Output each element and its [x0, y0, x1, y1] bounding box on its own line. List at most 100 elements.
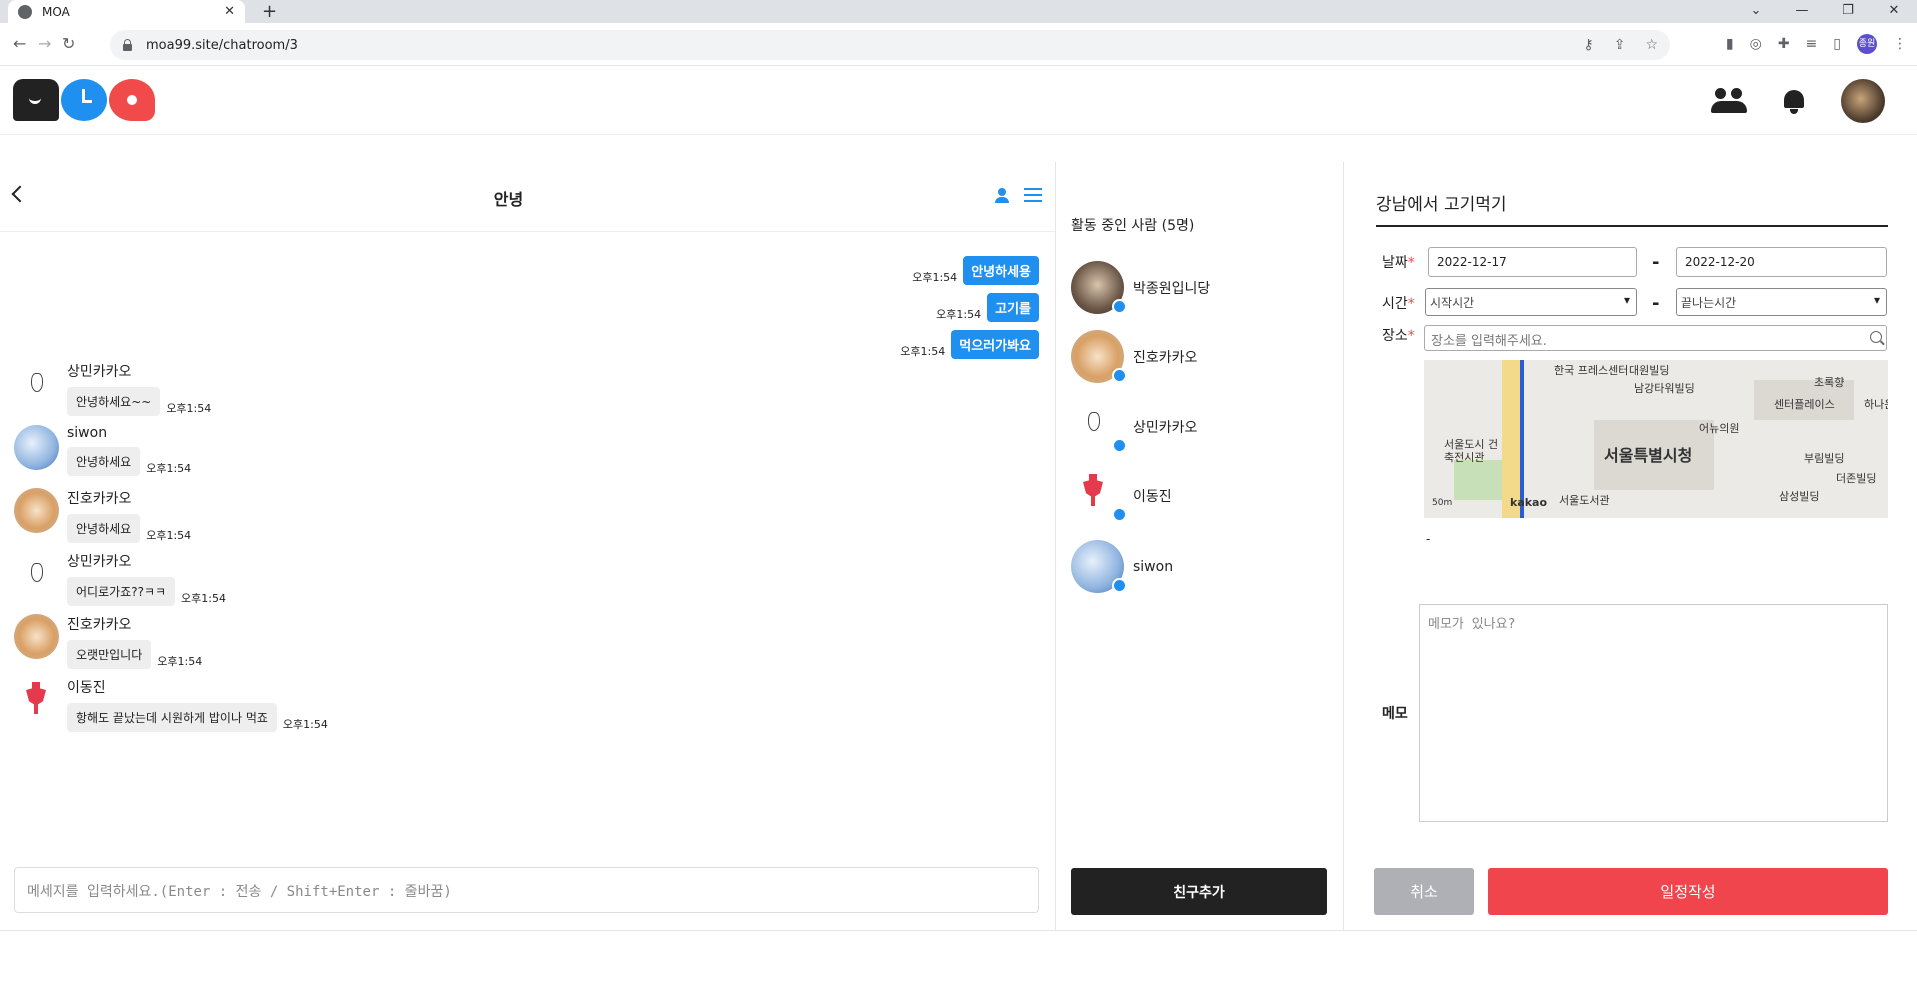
avatar[interactable]: [14, 488, 59, 533]
message-bubble: 안녕하세요: [67, 447, 141, 476]
place-result: -: [1426, 532, 1431, 546]
star-icon[interactable]: ☆: [1645, 37, 1658, 53]
avatar[interactable]: [14, 614, 59, 659]
map-label: 더존빌딩: [1836, 472, 1877, 485]
message-input[interactable]: 메세지를 입력하세요.(Enter : 전송 / Shift+Enter : 줄…: [14, 867, 1039, 913]
forward-nav-icon[interactable]: →: [38, 34, 51, 53]
map-label: 서울도서관: [1559, 494, 1610, 507]
extension-icon[interactable]: ▮: [1726, 36, 1734, 52]
sender-name: 진호카카오: [67, 491, 132, 507]
end-date-input[interactable]: 2022-12-20: [1676, 247, 1887, 277]
map-label: 어뉴의원: [1699, 422, 1740, 435]
person-name: 상민카카오: [1133, 419, 1198, 436]
message-time: 오후1:54: [146, 529, 192, 542]
avatar[interactable]: [14, 551, 59, 596]
person-icon[interactable]: [994, 188, 1010, 204]
kakao-map[interactable]: 서울특별시청 한국 프레스센터 대원빌딩 남강타워빌딩 센터플레이스 어뉴의원 …: [1424, 360, 1888, 518]
new-tab-icon[interactable]: +: [262, 1, 277, 22]
person-item[interactable]: 진호카카오: [1071, 330, 1197, 383]
user-avatar[interactable]: [1841, 79, 1885, 123]
room-title: 안녕: [493, 190, 524, 209]
avatar: [1071, 261, 1127, 314]
map-label: 서울도시 건축전시관: [1444, 438, 1499, 464]
window-controls: ⌄ — ❐ ✕: [1733, 0, 1917, 23]
cancel-button[interactable]: 취소: [1374, 868, 1474, 915]
avatar: [1071, 469, 1127, 522]
back-nav-icon[interactable]: ←: [13, 34, 26, 53]
reload-icon[interactable]: ↻: [62, 34, 75, 53]
person-name: 이동진: [1133, 488, 1172, 505]
logo-m-icon: [13, 79, 59, 121]
compass-icon[interactable]: ◎: [1750, 36, 1762, 52]
other-message: 상민카카오 어디로가죠??ㅋㅋ 오후1:54: [14, 551, 226, 606]
globe-icon: [18, 4, 32, 19]
search-icon[interactable]: [1870, 331, 1882, 343]
park-area: [1454, 460, 1509, 500]
range-separator: -: [1652, 252, 1660, 273]
avatar[interactable]: [14, 677, 59, 722]
extensions-area: ▮ ◎ ✚ ≡ ▯ 종원 ⋮: [1726, 34, 1907, 54]
sidepanel-icon[interactable]: ▯: [1833, 36, 1841, 52]
map-label: 하나은: [1864, 398, 1888, 411]
person-item[interactable]: 이동진: [1071, 469, 1172, 522]
address-bar[interactable]: moa99.site/chatroom/3 ⚷ ⇪ ☆: [110, 30, 1670, 60]
end-time-select[interactable]: 끝나는시간: [1676, 288, 1887, 316]
time-label: 시간*: [1382, 293, 1415, 313]
other-message: 이동진 항해도 끝났는데 시원하게 밥이나 먹죠 오후1:54: [14, 677, 328, 732]
date-label-text: 날짜: [1382, 255, 1408, 271]
avatar[interactable]: [14, 425, 59, 470]
message-bubble: 고기를: [987, 293, 1039, 322]
bell-icon[interactable]: [1781, 87, 1807, 115]
map-label: 초록향: [1814, 376, 1845, 389]
subway-line: [1520, 360, 1524, 518]
avatar: [1071, 400, 1127, 453]
friends-icon[interactable]: [1711, 88, 1747, 114]
avatar[interactable]: [14, 361, 59, 406]
add-friend-button[interactable]: 친구추가: [1071, 868, 1327, 915]
online-dot-icon: [1112, 438, 1127, 453]
person-item[interactable]: siwon: [1071, 540, 1173, 593]
place-label-text: 장소: [1382, 328, 1408, 344]
other-message: 진호카카오 오랫만입니다 오후1:54: [14, 614, 202, 669]
create-schedule-button[interactable]: 일정작성: [1488, 868, 1888, 915]
key-icon[interactable]: ⚷: [1583, 37, 1593, 53]
profile-avatar[interactable]: 종원: [1857, 34, 1877, 54]
message-time: 오후1:54: [912, 271, 958, 284]
minimize-icon[interactable]: —: [1779, 0, 1825, 23]
active-people-panel: 활동 중인 사람 (5명) 박종원입니당 진호카카오 상민카카오 이동진 siw…: [1056, 162, 1343, 930]
chevron-down-icon[interactable]: ⌄: [1733, 0, 1779, 23]
tab-title: MOA: [42, 4, 70, 19]
share-icon[interactable]: ⇪: [1614, 37, 1626, 53]
url-text: moa99.site/chatroom/3: [146, 37, 298, 53]
close-tab-icon[interactable]: ✕: [224, 4, 235, 19]
browser-tab[interactable]: MOA ✕: [8, 0, 245, 23]
map-label: 서울특별시청: [1604, 446, 1693, 465]
message-bubble: 어디로가죠??ㅋㅋ: [67, 577, 176, 606]
person-item[interactable]: 상민카카오: [1071, 400, 1197, 453]
hamburger-menu-icon[interactable]: [1024, 188, 1042, 202]
start-time-select[interactable]: 시작시간: [1425, 288, 1637, 316]
person-item[interactable]: 박종원입니당: [1071, 261, 1210, 314]
message-time: 오후1:54: [900, 345, 946, 358]
online-dot-icon: [1112, 578, 1127, 593]
avatar: [1071, 540, 1127, 593]
message-time: 오후1:54: [166, 402, 212, 415]
map-label: 센터플레이스: [1774, 398, 1835, 411]
other-message: 상민카카오 안녕하세요~~ 오후1:54: [14, 361, 211, 416]
puzzle-icon[interactable]: ✚: [1778, 36, 1790, 52]
restore-icon[interactable]: ❐: [1825, 0, 1871, 23]
close-window-icon[interactable]: ✕: [1871, 0, 1917, 23]
media-icon[interactable]: ≡: [1806, 36, 1818, 52]
moa-logo[interactable]: [13, 79, 155, 121]
required-mark: *: [1407, 255, 1415, 271]
other-message: siwon 안녕하세요 오후1:54: [14, 425, 191, 476]
map-label: 삼성빌딩: [1779, 490, 1820, 503]
time-label-text: 시간: [1382, 296, 1408, 312]
start-date-input[interactable]: 2022-12-17: [1428, 247, 1637, 277]
memo-textarea[interactable]: 메모가 있나요?: [1419, 604, 1888, 822]
message-time: 오후1:54: [157, 655, 203, 668]
place-input[interactable]: 장소를 입력해주세요.: [1424, 325, 1887, 351]
kebab-menu-icon[interactable]: ⋮: [1893, 36, 1907, 52]
schedule-title: 강남에서 고기먹기: [1376, 190, 1888, 227]
other-message: 진호카카오 안녕하세요 오후1:54: [14, 488, 191, 543]
